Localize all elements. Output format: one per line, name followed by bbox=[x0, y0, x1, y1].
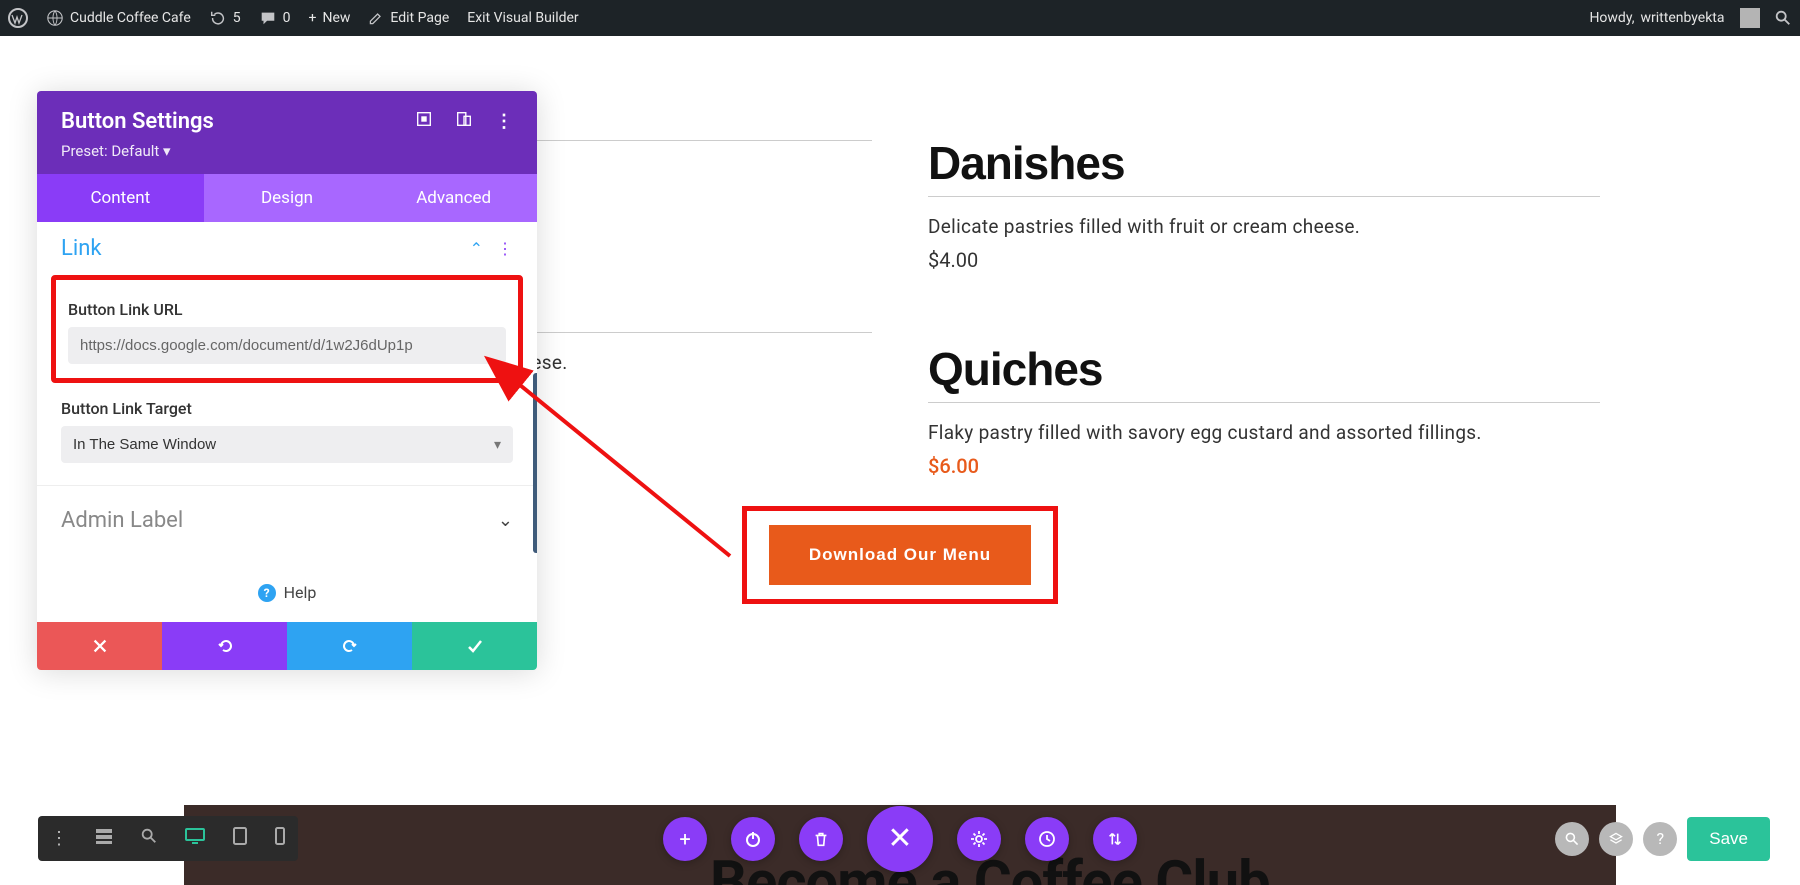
gear-icon bbox=[969, 829, 989, 849]
help-button[interactable]: ? bbox=[1643, 822, 1677, 856]
revisions-count: 5 bbox=[233, 10, 241, 26]
question-icon: ? bbox=[1656, 829, 1664, 848]
builder-center-controls: + ✕ bbox=[663, 806, 1137, 872]
edit-page-text: Edit Page bbox=[390, 10, 449, 26]
divider bbox=[928, 196, 1600, 197]
menu-heading-quiches: Quiches bbox=[928, 342, 1600, 396]
close-icon: ✕ bbox=[887, 821, 912, 856]
chevron-down-icon: ⌄ bbox=[498, 510, 513, 531]
settings-tabs: Content Design Advanced bbox=[37, 174, 537, 222]
button-link-url-input[interactable] bbox=[68, 327, 506, 364]
power-button[interactable] bbox=[731, 817, 775, 861]
menu-price-danishes: $4.00 bbox=[928, 248, 1600, 272]
chevron-up-icon[interactable]: ⌃ bbox=[470, 239, 483, 258]
sort-button[interactable] bbox=[1093, 817, 1137, 861]
undo-icon bbox=[215, 636, 235, 656]
cancel-button[interactable] bbox=[37, 622, 162, 670]
preset-dropdown[interactable]: Preset: Default ▾ bbox=[61, 142, 513, 160]
trash-icon bbox=[812, 830, 830, 848]
add-section-button[interactable]: + bbox=[663, 817, 707, 861]
annotation-highlight-2: Download Our Menu bbox=[742, 506, 1058, 604]
section-more-icon[interactable]: ⋮ bbox=[497, 239, 513, 258]
builder-right-controls: ? Save bbox=[1555, 817, 1770, 861]
search-icon[interactable] bbox=[1774, 9, 1792, 27]
tab-content[interactable]: Content bbox=[37, 174, 204, 222]
tab-design[interactable]: Design bbox=[204, 174, 371, 222]
plus-icon: + bbox=[309, 10, 317, 26]
site-name-link[interactable]: Cuddle Coffee Cafe bbox=[46, 9, 191, 27]
menu-desc-quiches: Flaky pastry filled with savory egg cust… bbox=[928, 421, 1600, 444]
avatar bbox=[1740, 8, 1760, 28]
confirm-button[interactable] bbox=[412, 622, 537, 670]
responsive-icon[interactable] bbox=[455, 110, 473, 133]
howdy-user: writtenbyekta bbox=[1640, 10, 1724, 26]
download-menu-button[interactable]: Download Our Menu bbox=[769, 525, 1031, 585]
tab-advanced[interactable]: Advanced bbox=[370, 174, 537, 222]
wp-logo-icon[interactable] bbox=[8, 8, 28, 28]
link-section-title[interactable]: Link bbox=[61, 236, 102, 261]
history-button[interactable] bbox=[1025, 817, 1069, 861]
wp-admin-bar: Cuddle Coffee Cafe 5 0 + New Edit Page E… bbox=[0, 0, 1800, 36]
phone-view-icon[interactable] bbox=[270, 822, 290, 855]
layers-icon bbox=[1608, 831, 1624, 847]
menu-desc-danishes: Delicate pastries filled with fruit or c… bbox=[928, 215, 1600, 238]
comments-count: 0 bbox=[283, 10, 291, 26]
find-button[interactable] bbox=[1555, 822, 1589, 856]
new-text: New bbox=[322, 10, 350, 26]
desktop-view-icon[interactable] bbox=[180, 822, 210, 855]
exit-visual-builder-link[interactable]: Exit Visual Builder bbox=[467, 10, 578, 26]
builder-more-icon[interactable]: ⋮ bbox=[46, 824, 72, 853]
comments-link[interactable]: 0 bbox=[259, 9, 291, 27]
admin-label-section[interactable]: Admin Label ⌄ bbox=[37, 486, 537, 555]
button-link-url-label: Button Link URL bbox=[68, 300, 506, 319]
menu-price-quiches: $6.00 bbox=[928, 454, 1600, 478]
save-button[interactable]: Save bbox=[1687, 817, 1770, 861]
settings-panel-footer bbox=[37, 622, 537, 670]
redo-icon bbox=[340, 636, 360, 656]
plus-icon: + bbox=[679, 827, 690, 851]
howdy-link[interactable]: Howdy, writtenbyekta bbox=[1589, 8, 1760, 28]
button-settings-panel: Button Settings ⋮ Preset: Default ▾ Cont… bbox=[37, 91, 537, 670]
expand-icon[interactable] bbox=[415, 110, 433, 133]
settings-panel-header[interactable]: Button Settings ⋮ Preset: Default ▾ bbox=[37, 91, 537, 174]
redo-button[interactable] bbox=[287, 622, 412, 670]
admin-label-text: Admin Label bbox=[61, 508, 183, 533]
help-text: Help bbox=[284, 583, 317, 602]
new-link[interactable]: + New bbox=[309, 10, 351, 26]
search-icon bbox=[1564, 831, 1580, 847]
power-icon bbox=[743, 829, 763, 849]
button-link-target-label: Button Link Target bbox=[61, 399, 513, 418]
panel-resize-handle[interactable] bbox=[533, 373, 537, 553]
close-builder-button[interactable]: ✕ bbox=[867, 806, 933, 872]
wireframe-view-icon[interactable] bbox=[90, 822, 118, 855]
sort-icon bbox=[1106, 830, 1124, 848]
page-settings-button[interactable] bbox=[957, 817, 1001, 861]
button-link-target-select[interactable]: In The Same Window bbox=[61, 426, 513, 463]
tablet-view-icon[interactable] bbox=[228, 822, 252, 855]
annotation-highlight-1: Button Link URL bbox=[51, 275, 523, 383]
check-icon bbox=[465, 636, 485, 656]
clock-icon bbox=[1037, 829, 1057, 849]
help-icon: ? bbox=[258, 584, 276, 602]
layers-button[interactable] bbox=[1599, 822, 1633, 856]
menu-heading-danishes: Danishes bbox=[928, 136, 1600, 190]
close-icon bbox=[91, 637, 109, 655]
howdy-prefix: Howdy, bbox=[1589, 10, 1634, 26]
more-icon[interactable]: ⋮ bbox=[495, 111, 513, 132]
zoom-icon[interactable] bbox=[136, 823, 162, 854]
trash-button[interactable] bbox=[799, 817, 843, 861]
settings-panel-title: Button Settings bbox=[61, 109, 214, 134]
edit-page-link[interactable]: Edit Page bbox=[368, 10, 449, 26]
divider bbox=[928, 402, 1600, 403]
revisions-link[interactable]: 5 bbox=[209, 9, 241, 27]
builder-view-switcher: ⋮ bbox=[38, 816, 298, 861]
help-link[interactable]: ? Help bbox=[37, 555, 537, 622]
site-name-text: Cuddle Coffee Cafe bbox=[70, 10, 191, 26]
undo-button[interactable] bbox=[162, 622, 287, 670]
